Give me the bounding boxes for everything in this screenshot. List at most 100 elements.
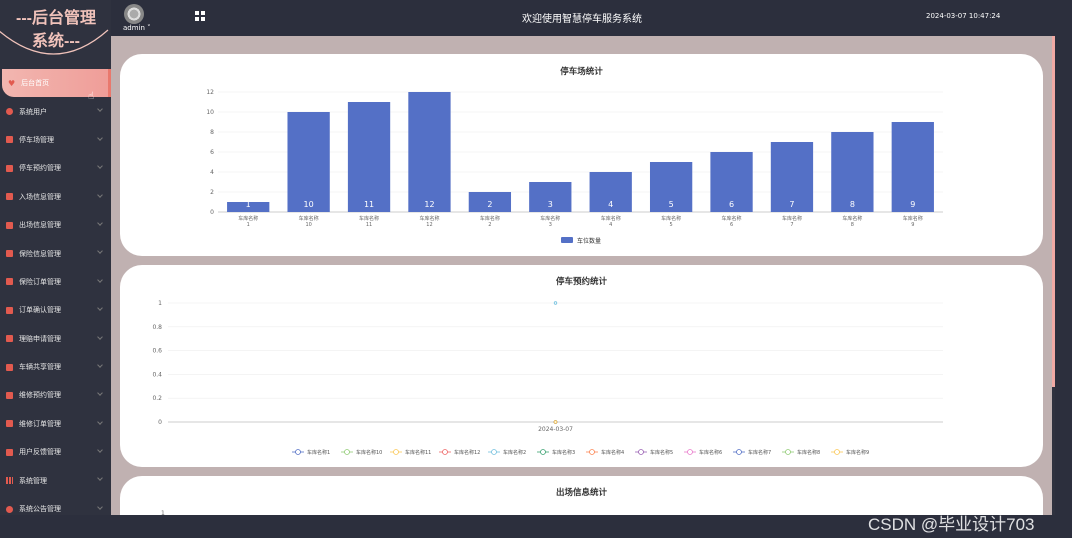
legend-label: 车库名称9 bbox=[846, 449, 869, 456]
bar bbox=[287, 112, 330, 212]
user-name: admin bbox=[123, 24, 145, 32]
menu-toggle-grid-icon[interactable] bbox=[195, 11, 205, 21]
legend-label: 车库名称7 bbox=[748, 449, 771, 456]
legend-marker bbox=[638, 449, 644, 455]
reservation-chart-card: 停车预约统计 0 0.2 0.4 0.6 0.8 1 2024-03-07 车库名称1 车库名称… bbox=[120, 265, 1043, 467]
bar bbox=[347, 102, 391, 212]
user-icon bbox=[6, 108, 13, 116]
legend-label: 车库名称10 bbox=[356, 449, 382, 456]
sidebar-item-5[interactable]: 出场信息管理 bbox=[0, 211, 111, 239]
sidebar-item-label: 车辆共享管理 bbox=[19, 363, 61, 372]
chevron-down-icon bbox=[97, 418, 103, 425]
legend-marker bbox=[834, 449, 840, 455]
x-tick-label: 车库名称 bbox=[661, 215, 681, 222]
sidebar-item-6[interactable]: 保险信息管理 bbox=[0, 239, 111, 267]
chevron-down-icon bbox=[97, 276, 103, 283]
chevron-down-icon bbox=[97, 333, 103, 340]
checkbox-icon bbox=[6, 448, 13, 456]
chevron-down-icon bbox=[97, 447, 103, 453]
y-tick-label: 0 bbox=[210, 209, 214, 216]
sidebar-item-label: 停车场管理 bbox=[19, 135, 54, 144]
legend-marker bbox=[687, 449, 693, 455]
bar-value-label: 4 bbox=[608, 200, 613, 209]
legend-marker bbox=[344, 449, 350, 455]
sidebar-item-label: 保险信息管理 bbox=[19, 249, 61, 258]
y-tick-label: 6 bbox=[210, 149, 214, 156]
x-tick-label: 7 bbox=[790, 222, 793, 228]
legend-marker bbox=[442, 449, 448, 455]
sidebar-item-3[interactable]: 停车预约管理 bbox=[0, 154, 111, 182]
x-tick-label: 11 bbox=[366, 222, 372, 228]
sidebar-item-10[interactable]: 车辆共享管理 bbox=[0, 353, 111, 381]
x-tick-label: 车库名称 bbox=[540, 215, 560, 222]
legend-marker bbox=[540, 449, 546, 455]
sidebar-item-14[interactable]: 系统管理 bbox=[0, 466, 111, 494]
x-tick-label: 12 bbox=[426, 222, 432, 228]
checkbox-icon bbox=[6, 193, 13, 201]
checkbox-icon bbox=[6, 164, 13, 172]
bar bbox=[408, 92, 451, 212]
sidebar-item-11[interactable]: 维修预约管理 bbox=[0, 381, 111, 409]
parking-chart-card: 停车场统计 0 2 4 6 8 10 12 1 车库名称 1 10 车库名称 10 11 车库名称 11 12 车… bbox=[120, 54, 1043, 256]
sidebar-item-label: 后台首页 bbox=[21, 79, 50, 88]
checkbox-icon bbox=[6, 221, 13, 229]
brand-line-1: ---后台管理 bbox=[16, 10, 96, 27]
legend-label: 车位数量 bbox=[577, 237, 601, 245]
sidebar-menu: ♥ 后台首页系统用户停车场管理停车预约管理入场信息管理 出场信息管理保险信息管理保险… bbox=[0, 69, 111, 523]
legend-label: 车库名称8 bbox=[797, 449, 820, 456]
sidebar-item-0[interactable]: ♥ 后台首页 bbox=[2, 69, 111, 98]
legend-marker bbox=[491, 449, 497, 455]
bar-value-label: 8 bbox=[850, 200, 855, 209]
x-tick-label: 车库名称 bbox=[299, 215, 319, 222]
heart-icon: ♥ bbox=[8, 78, 16, 88]
chevron-down-icon bbox=[97, 475, 103, 482]
y-tick-label: 12 bbox=[206, 89, 214, 96]
y-tick-label: 0 bbox=[158, 419, 162, 426]
y-tick-label: 0.4 bbox=[152, 371, 162, 378]
sidebar-item-1[interactable]: 系统用户 bbox=[0, 97, 111, 125]
x-tick-label: 车库名称 bbox=[903, 215, 923, 222]
y-tick-label: 0.6 bbox=[152, 348, 162, 355]
avatar[interactable] bbox=[124, 4, 144, 24]
watermark: CSDN @毕业设计703 bbox=[868, 515, 1035, 534]
chevron-down-icon: ˅ bbox=[144, 24, 151, 32]
y-tick-label: 1 bbox=[158, 300, 162, 307]
sidebar-item-2[interactable]: 停车场管理 bbox=[0, 126, 111, 154]
scrollbar[interactable] bbox=[1052, 387, 1055, 515]
sidebar-item-8[interactable]: 订单确认管理 bbox=[0, 296, 111, 324]
sidebar-item-9[interactable]: 理赔申请管理 bbox=[0, 325, 111, 353]
bar bbox=[891, 122, 934, 212]
legend-label: 车库名称6 bbox=[699, 449, 722, 456]
x-tick-label: 车库名称 bbox=[419, 215, 439, 222]
checkbox-icon bbox=[6, 420, 13, 428]
y-tick-label: 8 bbox=[210, 129, 214, 136]
checkbox-icon bbox=[6, 306, 13, 314]
brand-line-2: 系统--- bbox=[32, 33, 80, 50]
sidebar-item-7[interactable]: 保险订单管理 bbox=[0, 268, 111, 296]
x-tick-label: 9 bbox=[911, 222, 914, 228]
x-tick-label: 5 bbox=[670, 222, 673, 228]
bar-value-label: 1 bbox=[246, 200, 251, 209]
sidebar-item-4[interactable]: 入场信息管理 bbox=[0, 183, 111, 211]
sidebar-item-label: 订单确认管理 bbox=[19, 306, 61, 315]
info-icon bbox=[6, 505, 13, 513]
x-tick-label: 车库名称 bbox=[238, 215, 258, 222]
legend-label: 车库名称1 bbox=[307, 449, 330, 456]
bar-value-label: 3 bbox=[548, 200, 553, 209]
sidebar-item-label: 系统用户 bbox=[19, 107, 47, 116]
chevron-down-icon bbox=[97, 106, 103, 113]
sidebar-item-13[interactable]: 用户反馈管理 bbox=[0, 438, 111, 466]
sidebar-item-label: 停车预约管理 bbox=[19, 164, 61, 173]
x-tick-label: 10 bbox=[305, 222, 311, 228]
mouse-cursor-icon: ☝ bbox=[88, 91, 95, 102]
bar-value-label: 6 bbox=[729, 200, 734, 209]
legend-marker bbox=[589, 449, 595, 455]
x-tick-label: 车库名称 bbox=[782, 215, 802, 222]
user-menu[interactable]: admin ˅ bbox=[123, 24, 151, 32]
x-tick-label: 车库名称 bbox=[722, 215, 742, 222]
sidebar-item-12[interactable]: 维修订单管理 bbox=[0, 410, 111, 438]
checkbox-icon bbox=[6, 363, 13, 371]
chevron-down-icon bbox=[97, 305, 103, 311]
legend-label: 车库名称12 bbox=[454, 449, 480, 456]
main-content[interactable]: 停车场统计 0 2 4 6 8 10 12 1 车库名称 1 10 车库名称 10 11 车库名称 11 12 车… bbox=[111, 36, 1055, 515]
